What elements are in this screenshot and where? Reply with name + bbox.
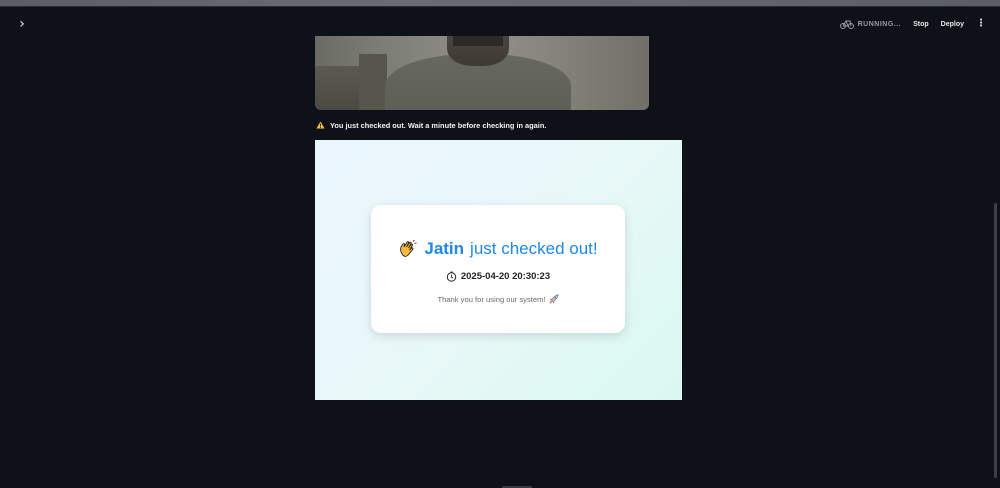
warning-text: You just checked out. Wait a minute befo… <box>330 120 547 130</box>
stop-button[interactable]: Stop <box>913 21 929 28</box>
deploy-button[interactable]: Deploy <box>941 21 964 28</box>
checkout-time: 2025-04-20 20:30:23 <box>371 271 625 282</box>
camera-person-hair <box>453 36 503 46</box>
thanks-text: Thank you for using our system! <box>437 294 546 304</box>
bicycle-icon <box>839 20 854 29</box>
status-text: RUNNING... <box>857 20 902 28</box>
camera-background-object <box>359 54 387 110</box>
sidebar-toggle-button[interactable]: › <box>14 16 30 32</box>
warning-alert: You just checked out. Wait a minute befo… <box>316 119 546 131</box>
rocket-icon <box>548 294 559 304</box>
checkout-card: Jatin just checked out! 2025-04-20 20:30… <box>371 205 625 333</box>
waving-hand-icon <box>400 239 418 257</box>
window-top-strip <box>0 0 1000 7</box>
main-menu-button[interactable]: ⋮ <box>976 19 986 29</box>
page-scrollbar[interactable] <box>994 203 997 478</box>
checkout-title: Jatin just checked out! <box>371 239 625 259</box>
warning-icon <box>316 121 325 129</box>
checkout-panel: Jatin just checked out! 2025-04-20 20:30… <box>315 140 682 400</box>
timestamp-text: 2025-04-20 20:30:23 <box>460 271 551 282</box>
app-toolbar: RUNNING... Stop Deploy ⋮ <box>839 15 986 33</box>
running-status: RUNNING... <box>839 19 902 29</box>
camera-feed <box>315 36 649 110</box>
checkout-title-suffix: just checked out! <box>470 239 598 258</box>
user-name: Jatin <box>424 239 465 258</box>
thanks-message: Thank you for using our system! <box>371 294 625 304</box>
clock-icon <box>446 271 457 282</box>
